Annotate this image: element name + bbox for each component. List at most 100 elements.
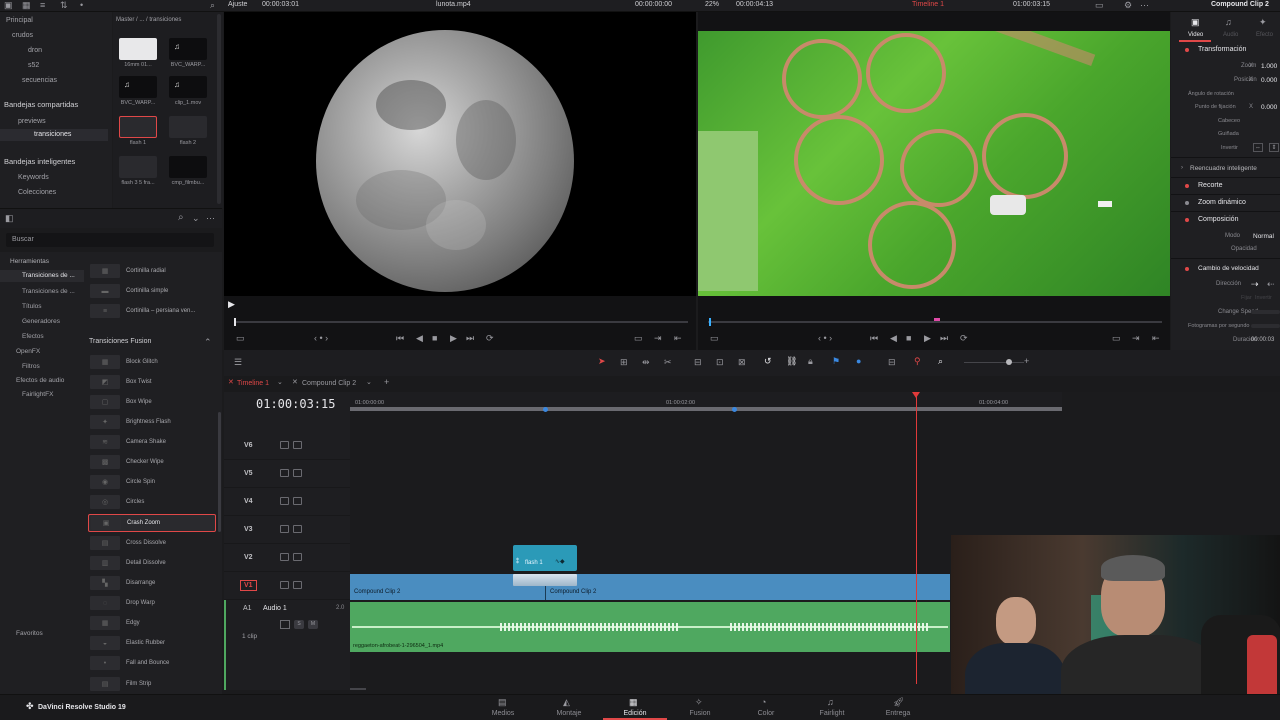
overwrite-clip-icon[interactable]: ⊡ xyxy=(716,358,724,367)
fx-circle-spin[interactable]: ◉ Circle Spin xyxy=(88,473,216,491)
transition-block[interactable] xyxy=(513,574,577,586)
clip-thumb-flash2[interactable] xyxy=(169,116,207,138)
fx-cross-dissolve[interactable]: ▤ Cross Dissolve xyxy=(88,534,216,552)
auto-track-icon[interactable] xyxy=(280,620,290,629)
list-view-icon[interactable]: ≡ xyxy=(40,1,45,10)
fx-tree-audio-effects[interactable]: Efectos de audio xyxy=(16,377,64,384)
fx-edgy[interactable]: ▦ Edgy xyxy=(88,614,216,632)
playhead-handle[interactable] xyxy=(912,392,920,398)
auto-track-icon[interactable] xyxy=(280,441,289,449)
timeline-name[interactable]: Timeline 1 xyxy=(912,1,944,8)
clip-thumb-1[interactable] xyxy=(119,38,157,60)
clip-thumb-3[interactable]: ♫ xyxy=(119,76,157,98)
zoom-detail-icon[interactable]: ⚲ xyxy=(914,357,921,366)
cut-page-icon[interactable]: ◭ xyxy=(563,698,570,707)
timeline-viewer-playhead[interactable] xyxy=(709,318,711,326)
fairlight-page-icon[interactable]: ♫ xyxy=(827,698,834,707)
timeline-marker[interactable] xyxy=(934,318,940,321)
track-enable-icon[interactable] xyxy=(293,441,302,449)
bin-dron[interactable]: dron xyxy=(28,47,42,54)
trim-tool-icon[interactable]: ⊞ xyxy=(620,358,628,367)
chevron-down-icon[interactable]: ⌄ xyxy=(192,214,200,223)
fx-elastic-rubber[interactable]: ◒ Elastic Rubber xyxy=(88,634,216,652)
fx-favorites[interactable]: Favoritos xyxy=(16,630,43,637)
effects-search-icon[interactable]: ⌕ xyxy=(178,213,184,223)
source-clip-name[interactable]: lunota.mp4 xyxy=(436,1,471,8)
chevron-down-icon[interactable]: ⌄ xyxy=(277,379,283,386)
chevron-down-icon[interactable]: ⌄ xyxy=(366,379,372,386)
clip-thumb-8[interactable] xyxy=(169,156,207,178)
timeline-playhead[interactable] xyxy=(916,392,917,684)
source-frame[interactable] xyxy=(224,12,696,296)
close-tab-icon[interactable]: ✕ xyxy=(228,379,234,386)
tab-effect[interactable]: Efecto xyxy=(1256,32,1273,38)
tab-video[interactable]: Video xyxy=(1188,32,1203,38)
fps-slider[interactable] xyxy=(1251,324,1280,328)
sort-icon[interactable]: ⇅ xyxy=(60,1,68,10)
page-fairlight[interactable]: Fairlight xyxy=(809,710,855,717)
fx-tree-effects[interactable]: Efectos xyxy=(22,333,44,340)
media-pool-scrollbar[interactable] xyxy=(217,14,221,204)
fx-tree-titles[interactable]: Títulos xyxy=(22,303,42,310)
anchor-x-value[interactable]: 0.000 xyxy=(1261,104,1277,111)
blue-marker[interactable] xyxy=(543,407,548,412)
loop-icon[interactable]: ⟳ xyxy=(960,334,968,343)
page-color[interactable]: Color xyxy=(743,710,789,717)
fusion-transitions-header[interactable]: Transiciones Fusion xyxy=(89,338,151,345)
blade-tool-icon[interactable]: ✂ xyxy=(664,358,672,367)
tab-audio[interactable]: Audio xyxy=(1223,32,1238,38)
dynamic-zoom-header[interactable]: Zoom dinámico xyxy=(1198,199,1246,206)
timeline-range-bar[interactable] xyxy=(350,407,1062,411)
replace-clip-icon[interactable]: ⊠ xyxy=(738,358,746,367)
match-frame-icon[interactable]: ▭ xyxy=(634,334,643,343)
color-page-icon[interactable]: ◔ xyxy=(761,698,766,707)
auto-track-icon[interactable] xyxy=(280,581,289,589)
marker-icon[interactable]: ● xyxy=(856,357,861,366)
deliver-page-icon[interactable]: 🚀︎ xyxy=(893,698,904,707)
bin-transiciones[interactable]: transiciones xyxy=(34,131,71,138)
clip-thumb-7[interactable] xyxy=(119,156,157,178)
media-page-icon[interactable]: ▤ xyxy=(498,698,507,707)
page-deliver[interactable]: Entrega xyxy=(875,710,921,717)
bin-colecciones[interactable]: Colecciones xyxy=(18,189,56,196)
effects-search-input[interactable]: Buscar xyxy=(6,233,214,247)
stop-icon[interactable]: ■ xyxy=(432,334,437,343)
fx-tree-herramientas[interactable]: Herramientas xyxy=(10,258,49,265)
fx-brightness-flash[interactable]: ✦ Brightness Flash xyxy=(88,413,216,431)
fx-film-strip[interactable]: ▤ Film Strip xyxy=(88,675,216,693)
auto-track-icon[interactable] xyxy=(280,469,289,477)
position-lock-icon[interactable]: 🔒︎ xyxy=(808,357,813,366)
timeline-timecode-display[interactable]: 01:00:03:15 xyxy=(256,397,335,411)
fusion-page-icon[interactable]: ✧ xyxy=(695,698,703,707)
speed-change-header[interactable]: Cambio de velocidad xyxy=(1198,265,1259,272)
zoom-full-icon[interactable]: ⊟ xyxy=(888,358,896,367)
fx-tree-fairlightfx[interactable]: FairlightFX xyxy=(22,391,53,398)
track-label[interactable]: V1 xyxy=(240,580,257,591)
flag-icon[interactable]: ⚑ xyxy=(832,357,840,366)
auto-track-icon[interactable] xyxy=(280,497,289,505)
blue-marker[interactable] xyxy=(732,407,737,412)
effects-options-icon[interactable]: ⋯ xyxy=(206,214,215,223)
flip-horizontal-icon[interactable]: ⇔ xyxy=(1253,143,1263,152)
search-icon[interactable]: ⌕ xyxy=(210,1,215,10)
video-tab-icon[interactable]: ▣ xyxy=(1191,18,1200,27)
fx-tree-generators[interactable]: Generadores xyxy=(22,318,60,325)
page-media[interactable]: Medios xyxy=(480,710,526,717)
snapping-icon[interactable]: ↺ xyxy=(764,357,772,366)
selection-tool-icon[interactable]: ➤ xyxy=(598,357,606,366)
bin-previews[interactable]: previews xyxy=(18,118,46,125)
bin-secuencias[interactable]: secuencias xyxy=(22,77,57,84)
mode-select[interactable]: Normal xyxy=(1253,233,1274,240)
source-playhead[interactable] xyxy=(234,318,236,326)
smart-bins-header[interactable]: Bandejas inteligentes xyxy=(4,157,75,166)
keyframe-icon[interactable]: ∿◆ xyxy=(555,559,565,565)
timeline-options-icon[interactable]: ☰ xyxy=(234,358,242,367)
duration-value[interactable]: 00:00:03 xyxy=(1251,337,1274,343)
dynamic-zoom-dot[interactable] xyxy=(1185,201,1189,205)
settings-icon[interactable]: ⚙ xyxy=(1124,1,1132,10)
bin-crudos[interactable]: crudos xyxy=(12,32,33,39)
bin-principal[interactable]: Principal xyxy=(6,17,33,24)
flip-vertical-icon[interactable]: ⇕ xyxy=(1269,143,1279,152)
grid-view-icon[interactable]: ▦ xyxy=(22,1,31,10)
fx-drop-warp[interactable]: ◌ Drop Warp xyxy=(88,594,216,612)
